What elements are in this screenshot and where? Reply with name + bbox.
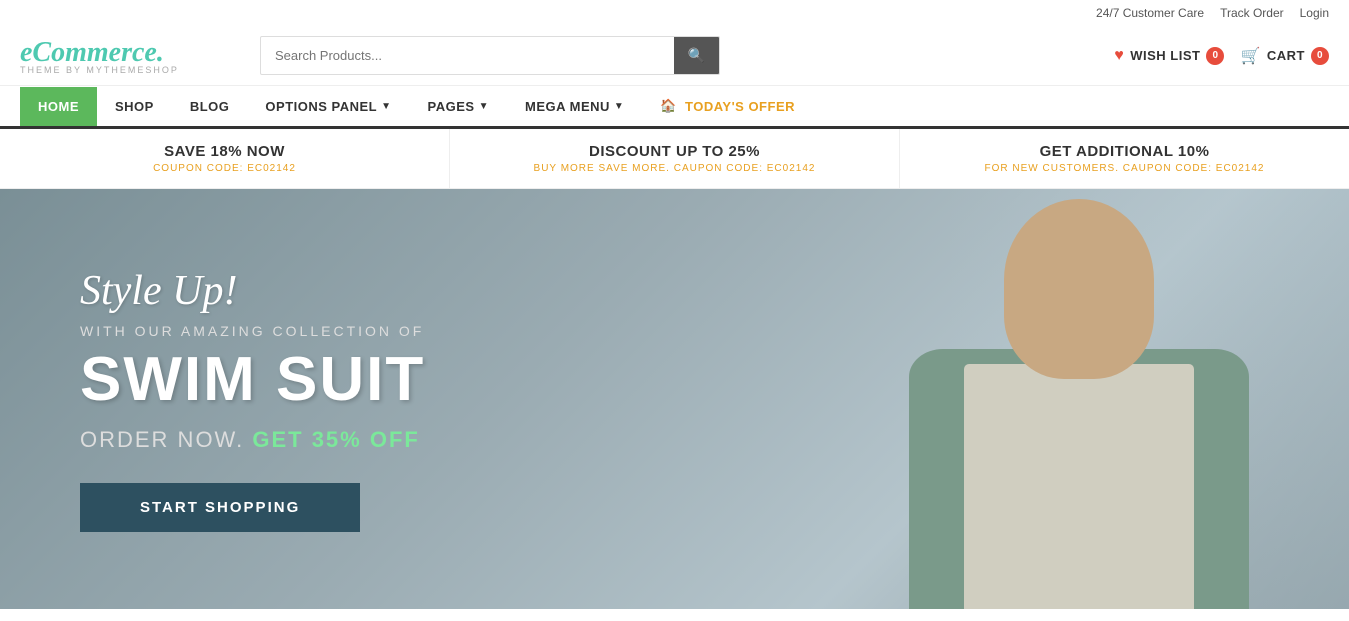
promo-sub-1: COUPON CODE: EC02142 xyxy=(10,163,439,174)
nav-mega-menu[interactable]: MEGA MENU ▼ xyxy=(507,87,642,126)
promo-sub-2: BUY MORE SAVE MORE. CAUPON CODE: EC02142 xyxy=(460,163,889,174)
cart-badge: 0 xyxy=(1311,47,1329,65)
cart-label: CART xyxy=(1267,48,1305,63)
login-link[interactable]: Login xyxy=(1300,6,1329,20)
hero-main-text: SWIM SUIT xyxy=(80,349,425,411)
search-button[interactable]: 🔍 xyxy=(674,37,719,74)
promo-item-2: DISCOUNT UP TO 25% BUY MORE SAVE MORE. C… xyxy=(450,129,900,188)
hero-order-text: ORDER NOW. GET 35% OFF xyxy=(80,427,425,453)
hero-discount: GET 35% OFF xyxy=(252,427,419,452)
hero-person-area xyxy=(669,189,1349,609)
promo-sub-3: FOR NEW CUSTOMERS. CAUPON CODE: EC02142 xyxy=(910,163,1339,174)
search-area: 🔍 xyxy=(260,36,720,75)
promo-item-3: GET ADDITIONAL 10% FOR NEW CUSTOMERS. CA… xyxy=(900,129,1349,188)
header: eCommerce. THEME BY MYTHEMESHOP 🔍 ♥ WISH… xyxy=(0,26,1349,85)
hero-shirt-inner xyxy=(964,364,1194,609)
logo[interactable]: eCommerce. THEME BY MYTHEMESHOP xyxy=(20,37,240,75)
top-bar: 24/7 Customer Care Track Order Login xyxy=(0,0,1349,26)
wishlist-badge: 0 xyxy=(1206,47,1224,65)
promo-title-3: GET ADDITIONAL 10% xyxy=(910,143,1339,160)
hero-tagline: Style Up! xyxy=(80,267,425,315)
chevron-down-icon: ▼ xyxy=(614,101,624,112)
nav-options-panel[interactable]: OPTIONS PANEL ▼ xyxy=(247,87,409,126)
promo-bar: SAVE 18% NOW COUPON CODE: EC02142 DISCOU… xyxy=(0,129,1349,189)
track-order-link[interactable]: Track Order xyxy=(1220,6,1284,20)
nav-home[interactable]: HOME xyxy=(20,87,97,126)
logo-subtitle: THEME BY MYTHEMESHOP xyxy=(20,65,240,75)
cart-icon: 🛒 xyxy=(1240,46,1260,66)
customer-care-link[interactable]: 24/7 Customer Care xyxy=(1096,6,1204,20)
search-input[interactable] xyxy=(261,38,674,73)
nav-blog[interactable]: BLOG xyxy=(172,87,248,126)
hero-section: Style Up! WITH OUR AMAZING COLLECTION OF… xyxy=(0,189,1349,609)
promo-title-1: SAVE 18% NOW xyxy=(10,143,439,160)
heart-icon: ♥ xyxy=(1114,47,1124,65)
cart-button[interactable]: 🛒 CART 0 xyxy=(1240,46,1329,66)
header-actions: ♥ WISH LIST 0 🛒 CART 0 xyxy=(1114,46,1329,66)
nav-shop[interactable]: SHOP xyxy=(97,87,172,126)
hero-cta-button[interactable]: START SHOPPING xyxy=(80,483,360,532)
hero-head xyxy=(1004,199,1154,379)
hero-sub-text: WITH OUR AMAZING COLLECTION OF xyxy=(80,323,425,339)
nav-pages[interactable]: PAGES ▼ xyxy=(410,87,507,126)
chevron-down-icon: ▼ xyxy=(381,101,391,112)
chevron-down-icon: ▼ xyxy=(479,101,489,112)
house-icon: 🏠 xyxy=(660,98,677,114)
hero-order-label: ORDER NOW. xyxy=(80,427,244,452)
promo-title-2: DISCOUNT UP TO 25% xyxy=(460,143,889,160)
promo-item-1: SAVE 18% NOW COUPON CODE: EC02142 xyxy=(0,129,450,188)
wishlist-button[interactable]: ♥ WISH LIST 0 xyxy=(1114,47,1224,65)
nav-todays-offer[interactable]: 🏠 TODAY'S OFFER xyxy=(642,86,813,126)
main-nav: HOME SHOP BLOG OPTIONS PANEL ▼ PAGES ▼ M… xyxy=(0,85,1349,129)
wishlist-label: WISH LIST xyxy=(1130,48,1200,63)
hero-content: Style Up! WITH OUR AMAZING COLLECTION OF… xyxy=(0,267,505,532)
